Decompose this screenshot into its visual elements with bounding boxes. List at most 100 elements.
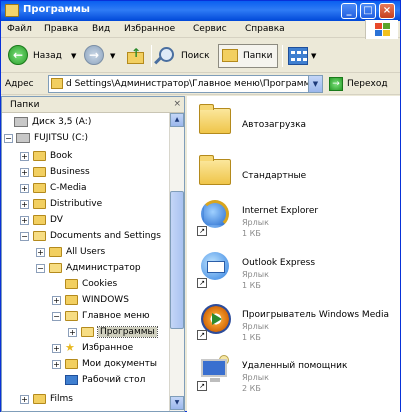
up-folder-button[interactable]: ↑ — [126, 46, 146, 65]
folder-icon — [199, 155, 231, 185]
tree-item-films[interactable]: + Films — [2, 392, 170, 406]
tree-item-label: Business — [50, 167, 90, 177]
tree-item-label: Films — [50, 394, 73, 404]
tree-item-programs[interactable]: + Программы — [2, 325, 170, 339]
item-type: Ярлык — [242, 373, 269, 382]
toolbar-separator — [282, 45, 283, 67]
expand-icon[interactable]: + — [20, 200, 29, 209]
collapse-icon[interactable]: − — [20, 232, 29, 241]
tree-item-favorites[interactable]: + ★ Избранное — [2, 341, 170, 355]
search-icon — [159, 47, 174, 62]
tree-item-documents-and-settings[interactable]: − Documents and Settings — [2, 229, 170, 243]
forward-arrow-icon[interactable]: → — [84, 45, 104, 65]
open-folder-icon — [65, 311, 78, 321]
folder-icon — [199, 104, 231, 134]
tree-item-c-media[interactable]: + C-Media — [2, 181, 170, 195]
menu-view[interactable]: Вид — [92, 24, 110, 34]
expand-icon[interactable]: + — [20, 152, 29, 161]
maximize-button[interactable]: □ — [360, 3, 376, 19]
content-pane: Автозагрузка Стандартные ↗ Internet Expl… — [187, 96, 400, 412]
go-button-label[interactable]: Переход — [347, 79, 388, 89]
expand-icon[interactable]: + — [52, 296, 61, 305]
expand-icon[interactable]: + — [36, 248, 45, 257]
address-dropdown-icon[interactable]: ▼ — [308, 76, 322, 92]
collapse-icon[interactable]: − — [36, 264, 45, 273]
list-item[interactable]: Стандартные — [187, 151, 400, 199]
scroll-thumb[interactable] — [170, 191, 184, 329]
back-arrow-icon[interactable]: ← — [8, 45, 28, 65]
folder-icon — [33, 167, 46, 177]
folders-button[interactable]: Папки — [218, 44, 278, 68]
tree-item-windows[interactable]: + WINDOWS — [2, 293, 170, 307]
address-input[interactable]: d Settings\Администратор\Главное меню\Пр… — [48, 75, 323, 93]
folder-icon — [51, 78, 63, 89]
back-dropdown-icon[interactable]: ▼ — [71, 52, 76, 60]
my-documents-icon — [65, 359, 78, 369]
item-name: Internet Explorer — [242, 206, 319, 216]
list-item[interactable]: ↗ Проигрыватель Windows Media Ярлык 1 КБ — [187, 300, 400, 348]
window-title: Программы — [23, 4, 90, 15]
tree-item-my-documents[interactable]: + Мои документы — [2, 357, 170, 371]
tree-item-label: Documents and Settings — [50, 231, 161, 241]
folders-button-label: Папки — [243, 51, 273, 61]
tree-item-book[interactable]: + Book — [2, 149, 170, 163]
folders-pane-header: Папки × — [2, 97, 184, 113]
scroll-down-icon[interactable]: ▼ — [170, 396, 184, 410]
menu-favorites[interactable]: Избранное — [124, 24, 175, 34]
tree-item-label: Администратор — [66, 263, 141, 273]
menu-bar: Файл Правка Вид Избранное Сервис Справка — [1, 21, 400, 38]
collapse-icon[interactable]: − — [52, 312, 61, 321]
remote-assistance-icon — [201, 355, 231, 383]
title-bar[interactable]: Программы _ □ × — [1, 1, 400, 21]
toolbar-separator — [151, 45, 152, 67]
menu-edit[interactable]: Правка — [44, 24, 78, 34]
close-icon[interactable]: × — [173, 99, 181, 109]
views-icon[interactable] — [288, 47, 308, 65]
address-value[interactable]: d Settings\Администратор\Главное меню\Пр… — [66, 79, 317, 89]
tree-item-desktop[interactable]: Рабочий стол — [2, 373, 170, 387]
scroll-up-icon[interactable]: ▲ — [170, 113, 184, 127]
close-button[interactable]: × — [379, 3, 395, 19]
tree-item-label: Диск 3,5 (A:) — [32, 117, 92, 127]
list-item[interactable]: Автозагрузка — [187, 100, 400, 148]
folders-icon — [222, 49, 238, 62]
tree-item-start-menu[interactable]: − Главное меню — [2, 309, 170, 323]
tree-item-administrator[interactable]: − Администратор — [2, 261, 170, 275]
list-item[interactable]: ↗ Internet Explorer Ярлык 1 КБ — [187, 196, 400, 244]
expand-icon[interactable]: + — [20, 395, 29, 404]
expand-icon[interactable]: + — [52, 360, 61, 369]
item-name: Стандартные — [242, 171, 307, 181]
tree-item-all-users[interactable]: + All Users — [2, 245, 170, 259]
expand-icon[interactable]: + — [52, 344, 61, 353]
minimize-button[interactable]: _ — [341, 3, 357, 19]
tree-item-dv[interactable]: + DV — [2, 213, 170, 227]
menu-help[interactable]: Справка — [245, 24, 285, 34]
list-item[interactable]: ↗ Outlook Express Ярлык 1 КБ — [187, 248, 400, 296]
item-type: Ярлык — [242, 270, 269, 279]
shortcut-arrow-icon: ↗ — [197, 226, 207, 236]
views-dropdown-icon[interactable]: ▼ — [311, 52, 316, 60]
expand-icon[interactable]: + — [68, 328, 77, 337]
folders-scrollbar[interactable]: ▲ ▼ — [169, 113, 184, 411]
expand-icon[interactable]: + — [20, 168, 29, 177]
go-arrow-icon[interactable]: → — [329, 77, 343, 91]
tree-item-business[interactable]: + Business — [2, 165, 170, 179]
shortcut-arrow-icon: ↗ — [197, 278, 207, 288]
tree-item-floppy[interactable]: Диск 3,5 (A:) — [2, 115, 170, 129]
expand-icon[interactable]: + — [20, 184, 29, 193]
tree-item-drive-c[interactable]: − FUJITSU (C:) — [2, 131, 170, 145]
tree-item-label: Избранное — [82, 343, 134, 353]
tree-item-cookies[interactable]: Cookies — [2, 277, 170, 291]
back-button-label[interactable]: Назад — [33, 51, 62, 61]
list-item[interactable]: ↗ Удаленный помощник Ярлык 2 КБ — [187, 351, 400, 399]
expand-icon[interactable]: + — [20, 216, 29, 225]
address-bar: Адрес d Settings\Администратор\Главное м… — [1, 73, 400, 95]
search-button-label[interactable]: Поиск — [181, 51, 210, 61]
tree-item-label: C-Media — [50, 183, 87, 193]
collapse-icon[interactable]: − — [4, 134, 13, 143]
forward-dropdown-icon[interactable]: ▼ — [110, 52, 115, 60]
menu-file[interactable]: Файл — [7, 24, 32, 34]
tree-item-distributive[interactable]: + Distributive — [2, 197, 170, 211]
item-size: 1 КБ — [242, 229, 261, 238]
menu-tools[interactable]: Сервис — [193, 24, 227, 34]
